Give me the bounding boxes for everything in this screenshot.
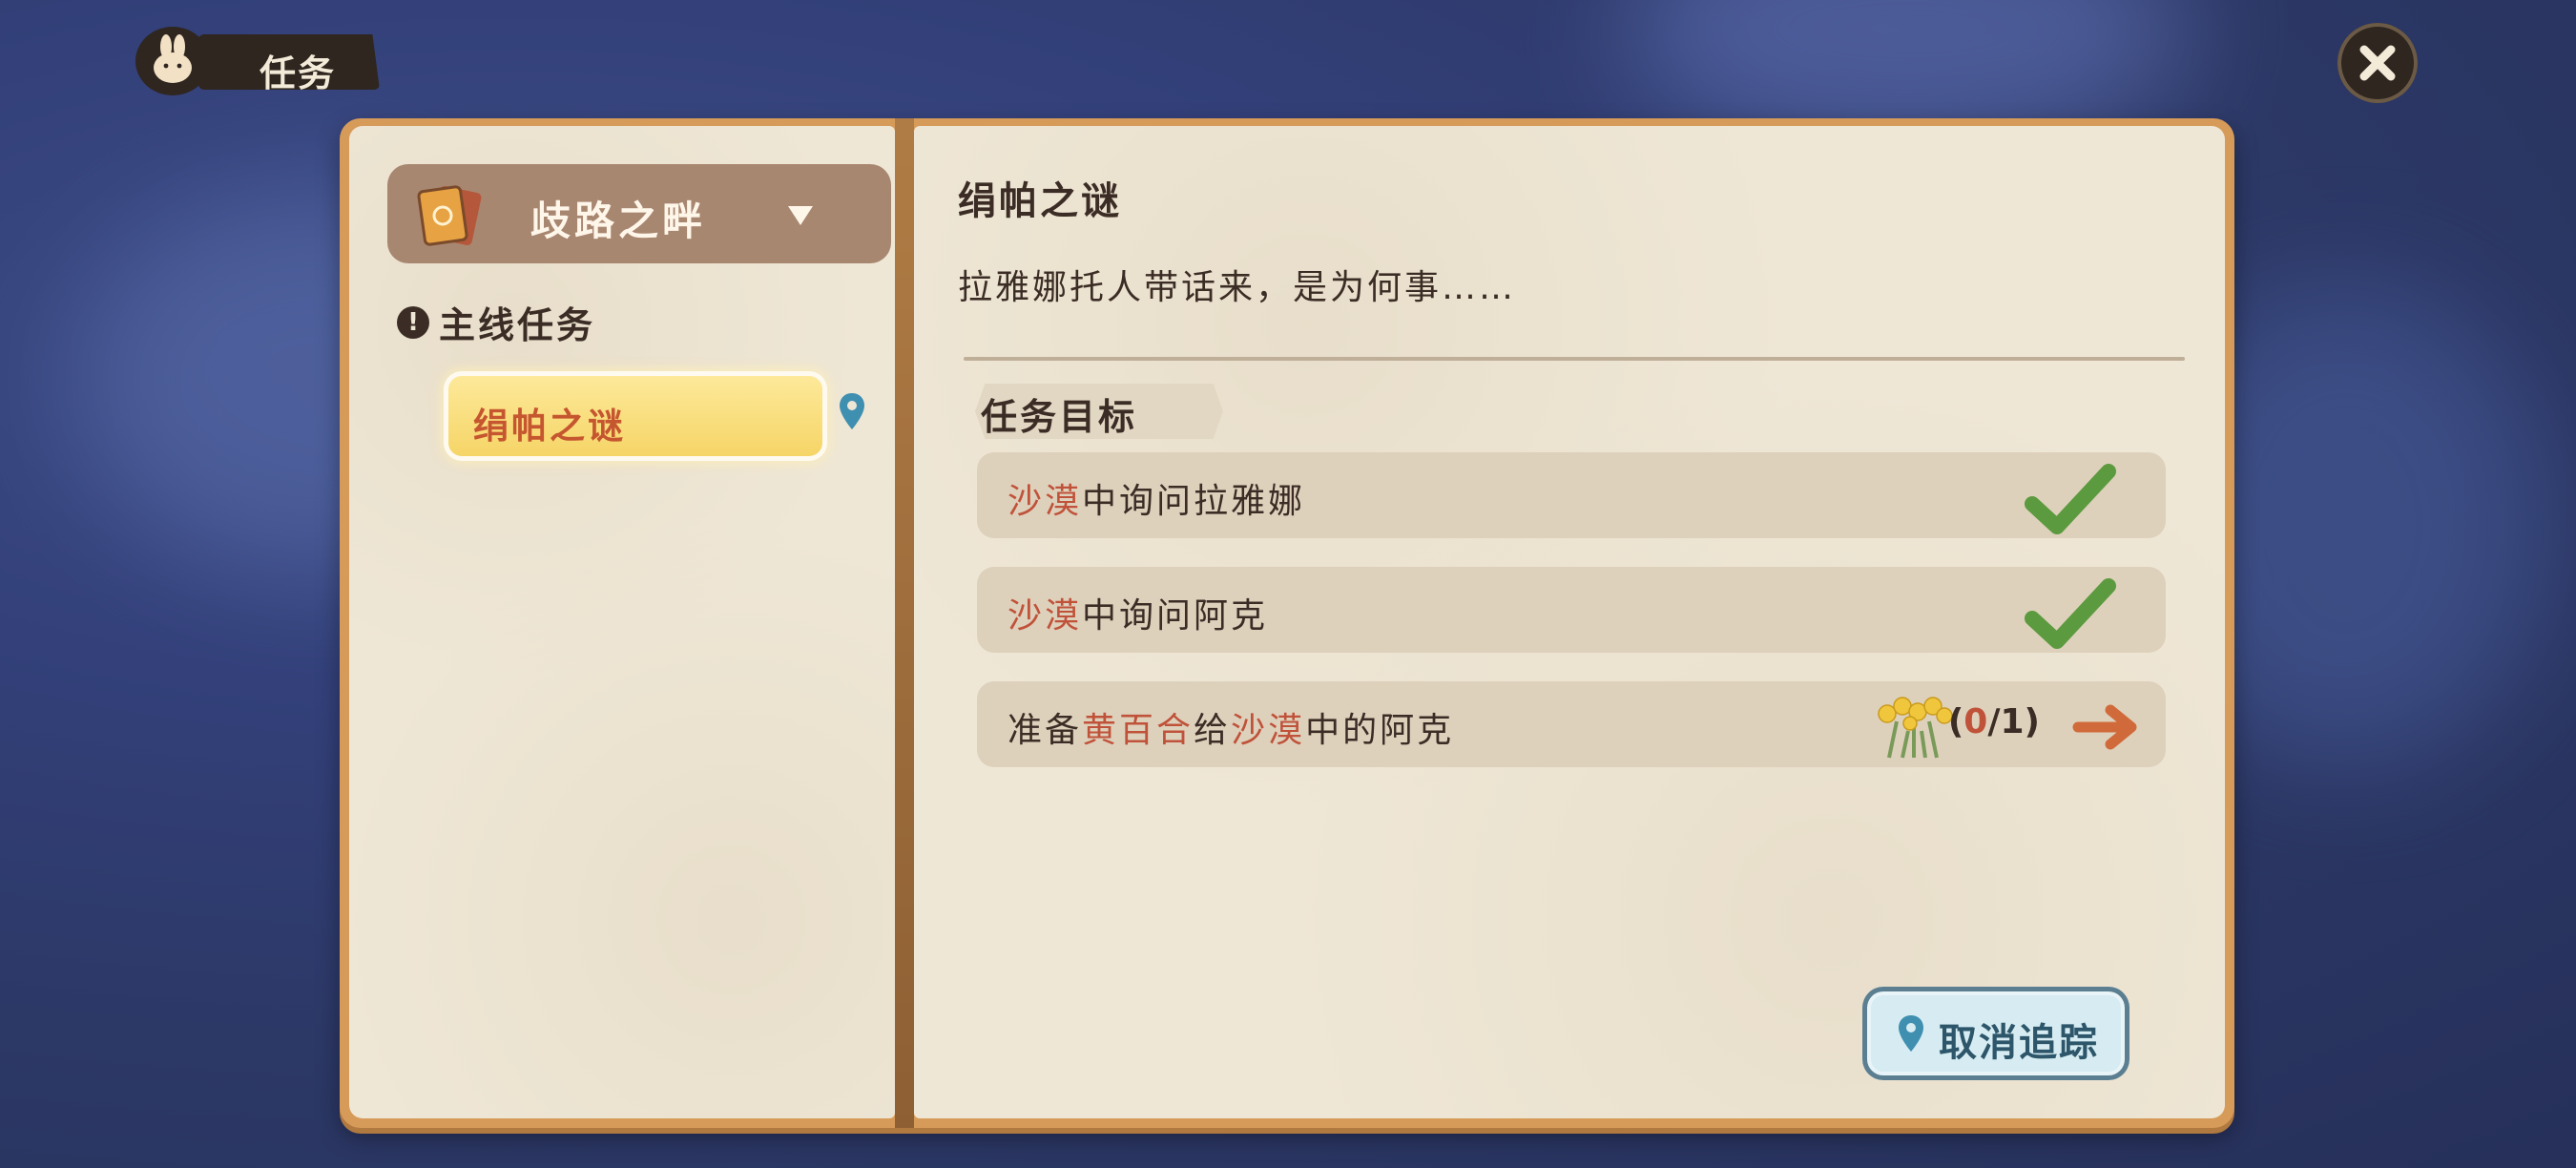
- screen-title: 任务: [260, 52, 337, 94]
- location-highlight: 沙漠: [1231, 711, 1306, 750]
- quest-description: 拉雅娜托人带话来，是为何事……: [958, 268, 1517, 307]
- untrack-button[interactable]: 取消追踪: [1862, 987, 2129, 1080]
- quest-detail-page: 绢帕之谜 拉雅娜托人带话来，是为何事…… 任务目标 沙漠中询问拉雅娜 沙漠中询问…: [914, 126, 2225, 1118]
- location-highlight: 沙漠: [1008, 482, 1083, 521]
- objective-text: 准备黄百合给沙漠中的阿克: [1008, 702, 1454, 752]
- count-total: 1: [2000, 702, 2025, 741]
- objective-text-part: 给: [1194, 711, 1232, 750]
- close-button[interactable]: [2337, 23, 2418, 103]
- alert-icon: !: [397, 305, 429, 339]
- arrow-right-icon[interactable]: [2072, 704, 2141, 750]
- chevron-down-icon: [788, 206, 813, 225]
- book-spine: [895, 118, 914, 1128]
- location-pin-icon: [840, 393, 864, 429]
- screen-header: 任务: [135, 27, 403, 95]
- main-quest-section-header: ! 主线任务: [397, 296, 595, 348]
- objective-text: 沙漠中询问阿克: [1008, 588, 1268, 637]
- count-close-paren: ): [2024, 702, 2040, 741]
- rabbit-icon: [135, 27, 210, 95]
- objective-progress-count: (0/1): [1948, 702, 2040, 741]
- objective-text-part: 中的阿克: [1305, 711, 1455, 750]
- untrack-label: 取消追踪: [1939, 1021, 2099, 1065]
- objective-row: 沙漠中询问拉雅娜: [977, 452, 2166, 538]
- location-highlight: 沙漠: [1008, 596, 1083, 636]
- checkmark-icon: [2025, 578, 2116, 649]
- chapter-name: 歧路之畔: [530, 198, 707, 244]
- chapter-selector[interactable]: 歧路之畔: [387, 164, 891, 263]
- objectives-label: 任务目标: [981, 396, 1138, 438]
- objective-row[interactable]: 准备黄百合给沙漠中的阿克 (0/1): [977, 681, 2166, 767]
- book-icon: [417, 185, 482, 246]
- divider: [964, 357, 2185, 361]
- objective-text-part: 中询问拉雅娜: [1082, 482, 1306, 521]
- count-current: 0: [1963, 702, 1988, 741]
- count-separator: /: [1987, 702, 2001, 741]
- quest-list-page: 歧路之畔 ! 主线任务 绢帕之谜: [349, 126, 895, 1118]
- count-open-paren: (: [1947, 702, 1964, 741]
- close-icon: [2359, 45, 2396, 81]
- section-label: 主线任务: [439, 304, 596, 346]
- item-highlight: 黄百合: [1082, 711, 1195, 750]
- quest-item-label: 绢帕之谜: [473, 406, 626, 447]
- quest-list-item[interactable]: 绢帕之谜: [448, 376, 822, 456]
- checkmark-icon: [2025, 464, 2116, 534]
- objective-text-part: 中询问阿克: [1082, 596, 1269, 636]
- location-pin-icon: [1899, 1015, 1923, 1052]
- objective-row: 沙漠中询问阿克: [977, 567, 2166, 653]
- lily-flower-icon: [1878, 697, 1953, 759]
- quest-book: 歧路之畔 ! 主线任务 绢帕之谜 绢帕之谜 拉雅娜托人带话来，是为何事…… 任务…: [340, 118, 2234, 1128]
- objective-text-part: 准备: [1008, 711, 1083, 750]
- objective-text: 沙漠中询问拉雅娜: [1008, 473, 1305, 523]
- quest-title: 绢帕之谜: [958, 179, 1122, 223]
